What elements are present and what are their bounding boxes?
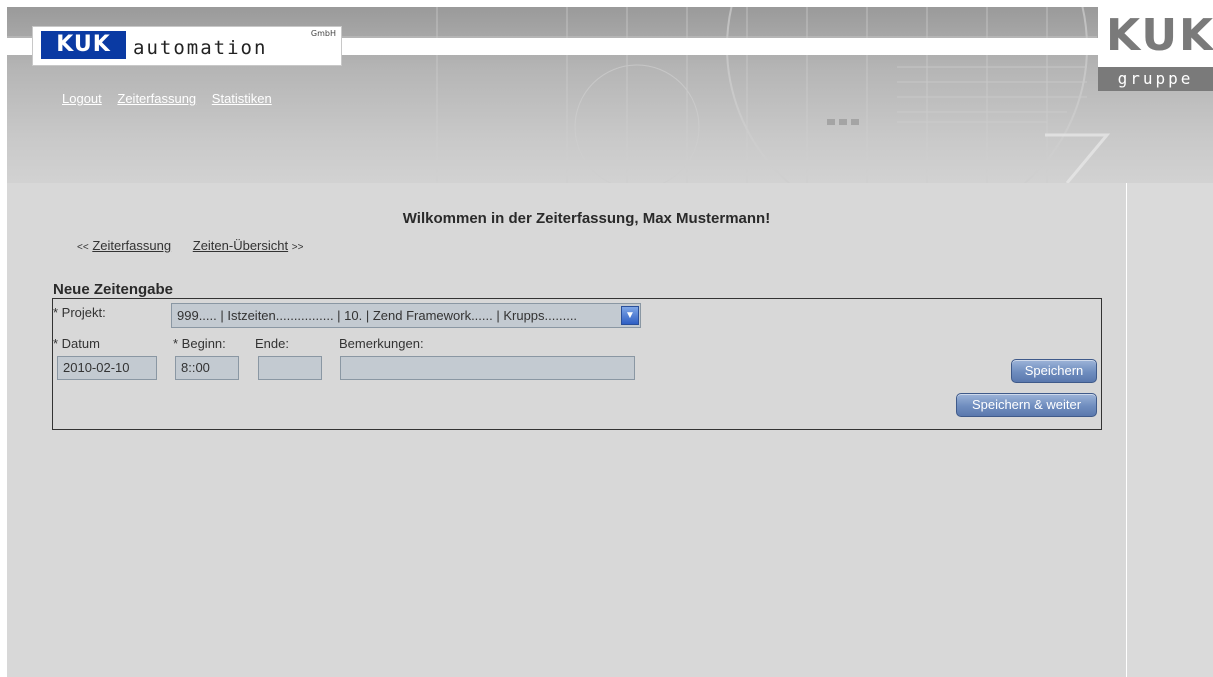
header: KUK automation GmbH Logout Zeiterfassung… bbox=[7, 7, 1213, 183]
group-logo-label: gruppe bbox=[1098, 67, 1213, 91]
projekt-select[interactable]: 999..... | Istzeiten................ | 1… bbox=[171, 303, 641, 328]
welcome-heading: Wilkommen in der Zeiterfassung, Max Must… bbox=[402, 210, 771, 227]
bemerkungen-label: Bemerkungen: bbox=[339, 336, 424, 351]
crumb-next-arrow: >> bbox=[291, 242, 304, 253]
section-title: Neue Zeitengabe bbox=[53, 281, 174, 298]
ende-label: Ende: bbox=[255, 336, 289, 351]
nav-statistiken[interactable]: Statistiken bbox=[212, 91, 272, 106]
datum-input[interactable]: 2010-02-10 bbox=[57, 356, 157, 380]
crumb-prev-arrow: << bbox=[77, 242, 89, 253]
page-frame: KUK automation GmbH Logout Zeiterfassung… bbox=[7, 7, 1213, 677]
crumb-zeiterfassung-link[interactable]: Zeiterfassung bbox=[92, 238, 171, 253]
right-sidebar bbox=[1126, 183, 1213, 677]
breadcrumb: << Zeiterfassung Zeiten-Übersicht >> bbox=[77, 238, 303, 253]
nav-zeiterfassung[interactable]: Zeiterfassung bbox=[117, 91, 196, 106]
save-button[interactable]: Speichern bbox=[1011, 359, 1097, 383]
projekt-label: * Projekt: bbox=[53, 305, 106, 320]
group-logo: KUK gruppe bbox=[1098, 7, 1213, 91]
top-nav: Logout Zeiterfassung Statistiken bbox=[62, 91, 284, 106]
logo-mark: KUK bbox=[41, 31, 126, 59]
main-content: Wilkommen in der Zeiterfassung, Max Must… bbox=[7, 183, 1126, 677]
crumb-zeiten-uebersicht-link[interactable]: Zeiten-Übersicht bbox=[193, 238, 288, 253]
chevron-down-icon[interactable]: ▼ bbox=[621, 306, 639, 325]
beginn-input[interactable]: 8::00 bbox=[175, 356, 239, 380]
logo-suffix: GmbH bbox=[310, 29, 336, 38]
save-and-next-button[interactable]: Speichern & weiter bbox=[956, 393, 1097, 417]
group-logo-mark: KUK bbox=[1106, 10, 1213, 61]
bemerkungen-input[interactable] bbox=[340, 356, 635, 380]
time-entry-form: * Projekt: 999..... | Istzeiten.........… bbox=[52, 298, 1102, 430]
logo-text: automation bbox=[133, 37, 268, 59]
company-logo: KUK automation GmbH bbox=[32, 26, 342, 66]
datum-label: * Datum bbox=[53, 336, 100, 351]
nav-logout[interactable]: Logout bbox=[62, 91, 102, 106]
beginn-label: * Beginn: bbox=[173, 336, 226, 351]
projekt-select-value: 999..... | Istzeiten................ | 1… bbox=[177, 308, 578, 323]
ende-input[interactable] bbox=[258, 356, 322, 380]
